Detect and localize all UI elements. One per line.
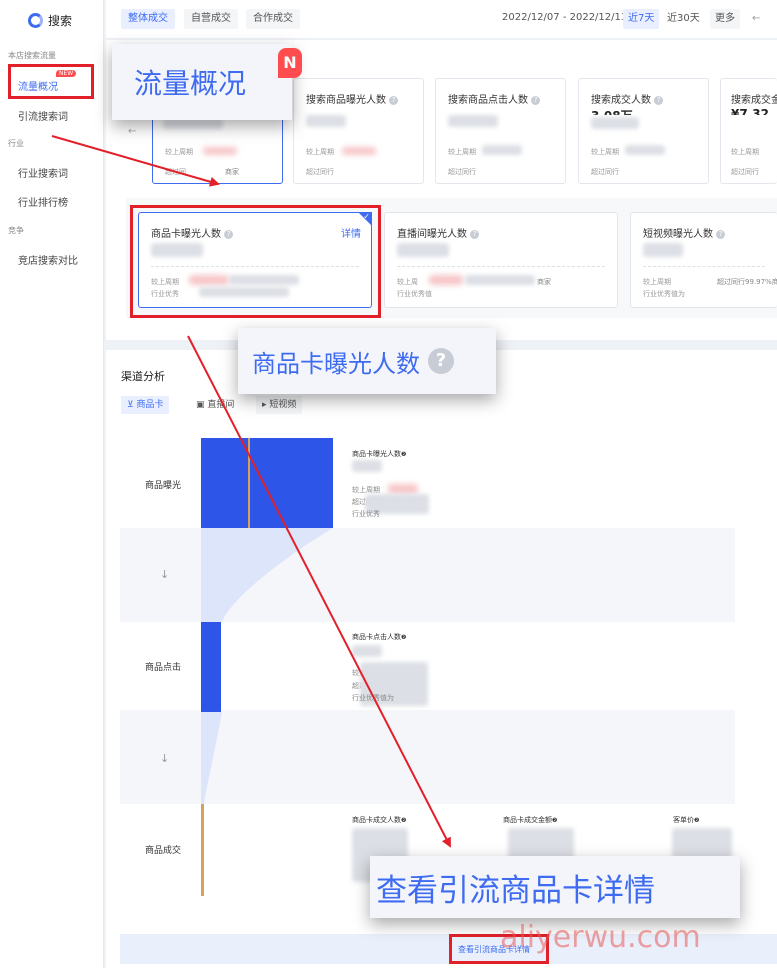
callout-text: 查看引流商品卡详情	[376, 872, 655, 909]
source-card-live[interactable]: 直播间曝光人数 ? 较上周 商家 行业优秀值	[384, 212, 618, 308]
callout-text: 流量概况	[134, 67, 247, 100]
search-logo-icon	[28, 13, 43, 28]
help-icon: ?	[654, 95, 664, 105]
kpi-title: 搜索成交人数 ?	[591, 91, 664, 106]
highlight-box-product-card	[130, 205, 381, 318]
source-title: 直播间曝光人数 ?	[397, 225, 480, 240]
help-icon: ?	[531, 95, 541, 105]
kpi-sub1: 较上周期	[591, 148, 619, 156]
kpi-sub2: 超过同行	[731, 168, 759, 176]
kpi-sub2: 超过同行	[448, 168, 476, 176]
kpi-card[interactable]: 搜索成交金 ¥7.32 较上周期 超过同行	[720, 78, 777, 184]
funnel-label-click: 商品点击	[145, 663, 182, 673]
kpi-sub2: 超过同	[165, 168, 186, 176]
sidebar-logo[interactable]: 搜索	[28, 12, 72, 29]
kpi-title: 搜索商品曝光人数 ?	[306, 91, 399, 106]
help-icon: ?	[428, 348, 454, 374]
header-bar: 整体成交 自营成交 合作成交 2022/12/07 - 2022/12/13 近…	[106, 0, 777, 38]
sidebar-item-competitor-compare[interactable]: 竞店搜索对比	[18, 252, 78, 267]
sidebar-item-industry-rank[interactable]: 行业排行榜	[18, 194, 68, 209]
help-icon: ?	[389, 95, 399, 105]
channel-tab-live[interactable]: ▣ 直播间	[190, 396, 240, 414]
callout-view-detail: 查看引流商品卡详情	[370, 856, 740, 918]
date-7d-button[interactable]: 近7天	[623, 9, 660, 29]
source-sub1: 较上周期	[643, 278, 671, 286]
sidebar-title: 搜索	[48, 14, 73, 28]
funnel-label-exposure: 商品曝光	[145, 481, 182, 491]
video-icon: ▸	[262, 400, 267, 410]
metric-title: 商品卡点击人数❷	[352, 633, 407, 641]
metric-title: 客单价❷	[673, 816, 700, 824]
sidebar-group-label: 行业	[8, 139, 24, 148]
live-icon: ▣	[196, 400, 205, 410]
kpi-card[interactable]: 搜索商品点击人数 ? 较上周期 超过同行	[435, 78, 566, 184]
funnel-bar-click	[201, 622, 221, 712]
source-extra: 超过同行99.97%商	[717, 278, 777, 286]
new-corner-badge: N	[278, 48, 302, 78]
stage-transition-bg	[120, 528, 735, 622]
kpi-suffix: 商家	[225, 168, 239, 176]
funnel-label-deal: 商品成交	[145, 846, 182, 856]
sidebar-group-label: 竞争	[8, 226, 24, 235]
channel-tab-video[interactable]: ▸ 短视频	[256, 396, 303, 414]
funnel-bar-exposure	[201, 438, 333, 528]
kpi-card[interactable]: 搜索商品曝光人数 ? 较上周期 超过同行	[293, 78, 424, 184]
tab-cooperative[interactable]: 合作成交	[246, 9, 300, 29]
tab-self-operated[interactable]: 自营成交	[184, 9, 238, 29]
kpi-sub1: 较上周期	[165, 148, 193, 156]
kpi-value: ¥7.32	[731, 107, 769, 115]
kpi-sub1: 较上周期	[731, 148, 759, 156]
highlight-box-sidebar	[8, 64, 94, 99]
kpi-sub1: 较上周期	[306, 148, 334, 156]
help-icon: ?	[470, 229, 480, 239]
source-sub1: 较上周	[397, 278, 418, 286]
source-sub2: 行业优秀值	[397, 290, 432, 298]
down-arrow-icon: ↓	[160, 568, 170, 581]
metric-title: 商品卡曝光人数❷	[352, 450, 407, 458]
sidebar-item-search-terms[interactable]: 引流搜索词	[18, 108, 68, 123]
metric-sub3: 行业优秀值为	[352, 694, 394, 702]
kpi-value: 3.08万	[591, 107, 633, 115]
kpi-sub1: 较上周期	[448, 148, 476, 156]
date-range[interactable]: 2022/12/07 - 2022/12/13	[502, 12, 627, 23]
sidebar-item-industry-terms[interactable]: 行业搜索词	[18, 165, 68, 180]
kpi-title: 搜索成交金	[731, 95, 777, 106]
prev-arrow-icon[interactable]: ←	[747, 9, 765, 29]
down-arrow-icon: ↓	[160, 752, 170, 765]
channel-tab-product[interactable]: ⊻ 商品卡	[121, 396, 170, 414]
stage-transition-bg	[120, 710, 735, 804]
date-more-button[interactable]: 更多	[710, 9, 740, 29]
sidebar-group-label: 本店搜索流量	[8, 51, 56, 60]
metric-title: 商品卡成交人数❷	[352, 816, 407, 824]
kpi-title: 搜索商品点击人数 ?	[448, 91, 541, 106]
product-icon: ⊻	[127, 400, 134, 410]
kpi-sub2: 超过同行	[591, 168, 619, 176]
scroll-left-icon[interactable]: ←	[128, 126, 136, 137]
callout-flow-overview: 流量概况 N	[112, 44, 302, 120]
help-icon: ?	[716, 229, 726, 239]
sidebar: 搜索 本店搜索流量 流量概况 NEW 引流搜索词 行业 行业搜索词 行业排行榜 …	[0, 0, 104, 968]
watermark: aliyerwu.com	[500, 920, 701, 955]
tab-overall[interactable]: 整体成交	[121, 9, 175, 29]
callout-product-card-exposure: 商品卡曝光人数 ?	[238, 328, 496, 394]
source-card-video[interactable]: 短视频曝光人数 ? 较上周期 超过同行99.97%商 行业优秀值为	[630, 212, 777, 308]
channel-title: 渠道分析	[121, 370, 165, 383]
kpi-sub2: 超过同行	[306, 168, 334, 176]
callout-text: 商品卡曝光人数	[252, 349, 420, 378]
source-suffix: 商家	[537, 278, 551, 286]
metric-title: 商品卡成交金额❷	[503, 816, 558, 824]
metric-sub3: 行业优秀	[352, 510, 380, 518]
date-30d-button[interactable]: 近30天	[662, 9, 705, 29]
source-title: 短视频曝光人数 ?	[643, 225, 726, 240]
funnel-divider	[248, 438, 250, 528]
funnel-bar-deal	[201, 804, 204, 896]
source-sub2: 行业优秀值为	[643, 290, 685, 298]
kpi-card[interactable]: 搜索成交人数 ? 3.08万 较上周期 超过同行	[578, 78, 709, 184]
